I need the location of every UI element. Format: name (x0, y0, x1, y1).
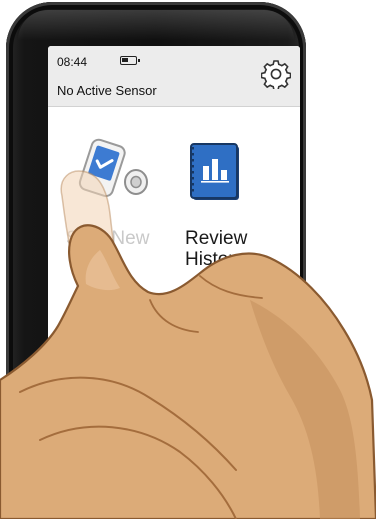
reader-device: 08:44 No Active Sensor Start New Review … (6, 2, 306, 422)
app-screenshot: 08:44 No Active Sensor Start New Review … (0, 0, 376, 519)
gear-icon[interactable] (260, 59, 292, 91)
reader-screen: 08:44 No Active Sensor Start New Review … (48, 46, 300, 386)
clock-time: 08:44 (57, 55, 88, 69)
reader-with-sensor-icon (72, 136, 152, 221)
device-highlight (18, 10, 294, 40)
start-new-label: Start New (66, 228, 150, 249)
review-history-tile[interactable]: Review History (178, 128, 298, 278)
battery-icon (120, 56, 140, 65)
history-book-chart-icon (183, 140, 253, 215)
status-bar: 08:44 No Active Sensor (48, 46, 300, 107)
start-new-tile[interactable]: Start New (58, 128, 168, 278)
review-history-label: Review History (185, 228, 248, 270)
sensor-status-text: No Active Sensor (57, 83, 157, 98)
